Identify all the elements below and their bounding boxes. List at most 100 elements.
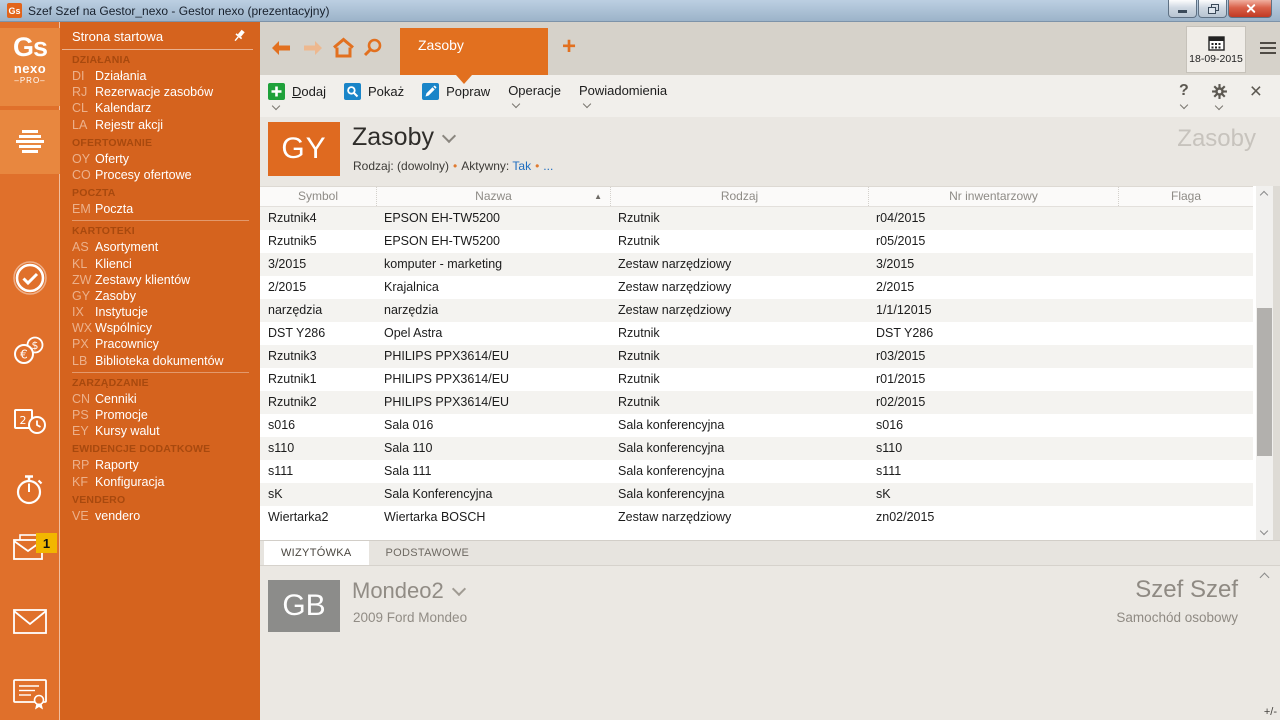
table-row[interactable]: Wiertarka2Wiertarka BOSCHZestaw narzędzi… (260, 506, 1253, 529)
table-row[interactable]: 2/2015KrajalnicaZestaw narzędziowy2/2015 (260, 276, 1253, 299)
date-button[interactable]: 18-09-2015 (1186, 26, 1246, 73)
close-window-button[interactable] (1228, 0, 1272, 18)
search-button[interactable] (362, 37, 383, 63)
table-row[interactable]: Rzutnik3PHILIPS PPX3614/EURzutnikr03/201… (260, 345, 1253, 368)
sidebar-item-rejestr-akcji[interactable]: LARejestr akcji (72, 117, 257, 133)
table-row[interactable]: s016Sala 016Sala konferencyjnas016 (260, 414, 1253, 437)
column-header-nazwa[interactable]: Nazwa▲ (376, 187, 610, 206)
sidebar-item-instytucje[interactable]: IXInstytucje (72, 304, 257, 320)
table-cell: Sala konferencyjna (610, 483, 868, 506)
table-cell: Krajalnica (376, 276, 610, 299)
table-row[interactable]: Rzutnik5EPSON EH-TW5200Rzutnikr05/2015 (260, 230, 1253, 253)
forward-button[interactable] (302, 40, 324, 61)
new-tab-button[interactable]: + (562, 35, 576, 59)
toolbar-dodaj[interactable]: Dodaj (268, 83, 326, 109)
settings-button[interactable] (1211, 83, 1228, 109)
sidebar-item-kalendarz[interactable]: CLKalendarz (72, 100, 257, 116)
title-dropdown-icon[interactable] (442, 128, 456, 142)
tasks-button[interactable] (0, 260, 60, 296)
table-row[interactable]: DST Y286Opel AstraRzutnikDST Y286 (260, 322, 1253, 345)
panel-collapse-icon[interactable] (1260, 573, 1270, 583)
sidebar-item-zasoby[interactable]: GYZasoby (72, 288, 257, 304)
sidebar-item-code: CN (72, 391, 95, 407)
sidebar-item-label: Kursy walut (95, 423, 160, 439)
sidebar-item-promocje[interactable]: PSPromocje (72, 407, 257, 423)
sidebar-item-cenniki[interactable]: CNCenniki (72, 391, 257, 407)
licenses-button[interactable] (0, 674, 60, 714)
column-header-rodzaj[interactable]: Rodzaj (610, 187, 868, 206)
sidebar-item-pracownicy[interactable]: PXPracownicy (72, 336, 257, 352)
table-row[interactable]: Rzutnik1PHILIPS PPX3614/EURzutnikr01/201… (260, 368, 1253, 391)
table-row[interactable]: s111Sala 111Sala konferencyjnas111 (260, 460, 1253, 483)
table-scrollbar[interactable] (1256, 186, 1273, 540)
tab-podstawowe[interactable]: PODSTAWOWE (369, 541, 487, 565)
table-cell: Sala 110 (376, 437, 610, 460)
sidebar-item-działania[interactable]: DIDziałania (72, 68, 257, 84)
calendar-button[interactable]: 2 (0, 404, 60, 438)
sidebar-item-wspólnicy[interactable]: WXWspólnicy (72, 320, 257, 336)
table-row[interactable]: narzędzianarzędziaZestaw narzędziowy1/1/… (260, 299, 1253, 322)
sidebar-item-vendero[interactable]: VEvendero (72, 508, 257, 524)
pin-icon[interactable] (231, 28, 247, 44)
sidebar-item-asortyment[interactable]: ASAsortyment (72, 239, 257, 255)
filter-rodzaj[interactable]: Rodzaj: (dowolny) (353, 159, 449, 173)
scroll-up-icon[interactable] (1260, 191, 1268, 199)
table-row[interactable]: 3/2015komputer - marketingZestaw narzędz… (260, 253, 1253, 276)
sidebar-item-poczta[interactable]: EMPoczta (72, 201, 257, 217)
toolbar-operacje[interactable]: Operacje (508, 83, 561, 109)
sidebar-item-raporty[interactable]: RPRaporty (72, 457, 257, 473)
inbox-button[interactable]: 1 (0, 527, 60, 567)
column-header-nr-inwentarzowy[interactable]: Nr inwentarzowy (868, 187, 1118, 206)
sidebar-item-klienci[interactable]: KLKlienci (72, 256, 257, 272)
sidebar-item-procesy-ofertowe[interactable]: COProcesy ofertowe (72, 167, 257, 183)
sidebar-item-label: Poczta (95, 201, 133, 217)
scroll-down-icon[interactable] (1260, 527, 1268, 535)
table-cell: 2/2015 (868, 276, 1118, 299)
mail-button[interactable] (0, 605, 60, 639)
timer-button[interactable] (0, 472, 60, 508)
toolbar-label: Dodaj (292, 84, 326, 99)
sidebar-item-kursy-walut[interactable]: EYKursy walut (72, 423, 257, 439)
table-row[interactable]: s110Sala 110Sala konferencyjnas110 (260, 437, 1253, 460)
window-menu-button[interactable] (1260, 42, 1276, 54)
sidebar-item-code: WX (72, 320, 95, 336)
column-header-symbol[interactable]: Symbol (260, 187, 376, 206)
back-button[interactable] (270, 40, 292, 61)
filter-more-link[interactable]: ... (543, 159, 553, 173)
table-cell: Zestaw narzędziowy (610, 253, 868, 276)
inbox-badge: 1 (36, 533, 57, 553)
home-button[interactable] (332, 37, 355, 63)
module-badge: GY (268, 122, 340, 176)
minimize-button[interactable] (1168, 0, 1197, 18)
restore-button[interactable] (1198, 0, 1227, 18)
sidebar-item-code: ZW (72, 272, 95, 288)
sidebar-item-strona-startowa[interactable]: Strona startowa (60, 22, 257, 48)
sidebar-item-konfiguracja[interactable]: KFKonfiguracja (72, 474, 257, 490)
sidebar-item-biblioteka-dokumentów[interactable]: LBBiblioteka dokumentów (72, 353, 257, 369)
active-module-button[interactable] (0, 110, 60, 174)
table-row[interactable]: Rzutnik4EPSON EH-TW5200Rzutnikr04/2015 (260, 207, 1253, 230)
toolbar-pokaż[interactable]: Pokaż (344, 83, 404, 109)
table-row[interactable]: sKSala KonferencyjnaSala konferencyjnasK (260, 483, 1253, 506)
sidebar-item-zestawy-klientów[interactable]: ZWZestawy klientów (72, 272, 257, 288)
table-row[interactable]: Rzutnik2PHILIPS PPX3614/EURzutnikr02/201… (260, 391, 1253, 414)
table-cell: Rzutnik (610, 230, 868, 253)
tab-label: Zasoby (418, 37, 464, 53)
close-view-button[interactable]: × (1250, 83, 1262, 100)
sidebar-item-code: AS (72, 239, 95, 255)
toolbar-powiadomienia[interactable]: Powiadomienia (579, 83, 667, 109)
sidebar-item-oferty[interactable]: OYOferty (72, 151, 257, 167)
help-button[interactable]: ? (1179, 83, 1189, 108)
scrollbar-thumb[interactable] (1257, 308, 1272, 456)
toolbar-popraw[interactable]: Popraw (422, 83, 490, 109)
finances-button[interactable]: $ € (0, 334, 60, 368)
sidebar-item-rezerwacje-zasobów[interactable]: RJRezerwacje zasobów (72, 84, 257, 100)
filter-separator: • (453, 159, 457, 173)
filter-aktywny-value[interactable]: Tak (512, 159, 531, 173)
table-cell (1118, 414, 1253, 437)
column-header-flaga[interactable]: Flaga (1118, 187, 1253, 206)
tab-zasoby[interactable]: Zasoby (400, 28, 548, 75)
tab-wizytówka[interactable]: WIZYTÓWKA (264, 541, 369, 565)
table-cell: narzędzia (260, 299, 376, 322)
record-dropdown-icon[interactable] (452, 582, 466, 596)
